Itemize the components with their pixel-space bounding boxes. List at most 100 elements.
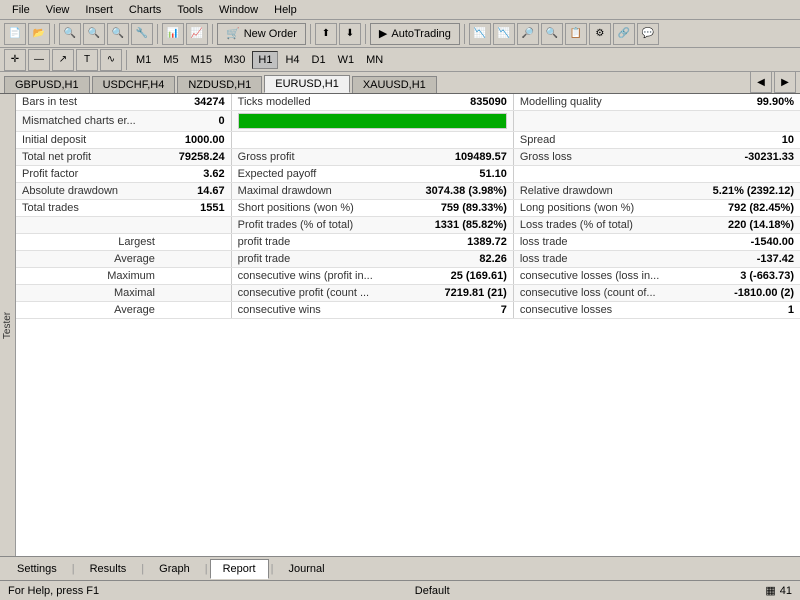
toolbar-line[interactable]: —	[28, 49, 50, 71]
autotrading-button[interactable]: ▶ AutoTrading	[370, 23, 460, 45]
label-ticks-modelled: Ticks modelled	[231, 94, 404, 111]
tab-journal[interactable]: Journal	[275, 559, 337, 579]
value-avg-loss: -137.42	[691, 251, 800, 268]
tf-w1[interactable]: W1	[333, 52, 360, 68]
toolbar-btn-7[interactable]: 📊	[162, 23, 184, 45]
label-net-profit: Total net profit	[16, 149, 163, 166]
status-bar: For Help, press F1 Default ▦ 41	[0, 580, 800, 600]
toolbar-btn-9[interactable]: ⬆	[315, 23, 337, 45]
chart-tab-nzdusd[interactable]: NZDUSD,H1	[177, 76, 262, 93]
chart-tab-eurusd[interactable]: EURUSD,H1	[264, 75, 350, 93]
toolbar-wave[interactable]: ∿	[100, 49, 122, 71]
chart-tab-prev[interactable]: ◀	[750, 71, 772, 93]
label-max-drawdown: Maximal drawdown	[231, 183, 404, 200]
value-max-consec-wins: 25 (169.61)	[404, 268, 514, 285]
label-average: Average	[16, 251, 163, 268]
label-average-consec: Average	[16, 302, 163, 319]
value-max-drawdown: 3074.38 (3.98%)	[404, 183, 514, 200]
label-loss-trades: Loss trades (% of total)	[513, 217, 691, 234]
tf-d1[interactable]: D1	[307, 52, 331, 68]
toolbar-btn-15[interactable]: 📋	[565, 23, 587, 45]
value-max-consec-losses: 3 (-663.73)	[691, 268, 800, 285]
label-avg-profit: profit trade	[231, 251, 404, 268]
label-largest-loss: loss trade	[513, 234, 691, 251]
empty-cell-2	[691, 111, 800, 132]
table-row: Profit factor 3.62 Expected payoff 51.10	[16, 166, 800, 183]
tf-m1[interactable]: M1	[131, 52, 156, 68]
table-row: Total net profit 79258.24 Gross profit 1…	[16, 149, 800, 166]
toolbar-cross[interactable]: ✛	[4, 49, 26, 71]
chart-tab-usdchf[interactable]: USDCHF,H4	[92, 76, 176, 93]
table-row: Bars in test 34274 Ticks modelled 835090…	[16, 94, 800, 111]
toolbar-btn-6[interactable]: 🔧	[131, 23, 153, 45]
toolbar-btn-4[interactable]: 🔍	[83, 23, 105, 45]
toolbar-btn-3[interactable]: 🔍	[59, 23, 81, 45]
toolbar-btn-11[interactable]: 📉	[469, 23, 491, 45]
tf-m15[interactable]: M15	[186, 52, 217, 68]
value-initial-deposit: 1000.00	[163, 132, 231, 149]
toolbar-btn-5[interactable]: 🔍	[107, 23, 129, 45]
toolbar-separator-5	[365, 24, 366, 44]
toolbar-btn-2[interactable]: 📂	[28, 23, 50, 45]
toolbar-btn-1[interactable]: 📄	[4, 23, 26, 45]
toolbar-btn-14[interactable]: 🔍	[541, 23, 563, 45]
label-gross-loss: Gross loss	[513, 149, 691, 166]
menu-view[interactable]: View	[38, 2, 78, 18]
toolbar-separator-3	[212, 24, 213, 44]
main-content: Tester Bars in test 34274 Ticks modelled…	[0, 94, 800, 556]
status-default: Default	[415, 585, 450, 597]
tab-sep-2: |	[141, 563, 144, 575]
bottom-tabs: Settings | Results | Graph | Report | Jo…	[0, 559, 342, 579]
label-gross-profit: Gross profit	[231, 149, 404, 166]
menu-charts[interactable]: Charts	[121, 2, 169, 18]
status-help: For Help, press F1	[8, 585, 99, 597]
label-max-consec-losses: consecutive losses (loss in...	[513, 268, 691, 285]
empty-cell-6	[691, 166, 800, 183]
tf-h4[interactable]: H4	[280, 52, 304, 68]
value-long-positions: 792 (82.45%)	[691, 200, 800, 217]
menu-bar: File View Insert Charts Tools Window Hel…	[0, 0, 800, 20]
toolbar-btn-18[interactable]: 💬	[637, 23, 659, 45]
new-order-button[interactable]: 🛒 New Order	[217, 23, 306, 45]
table-row: Profit trades (% of total) 1331 (85.82%)…	[16, 217, 800, 234]
chart-tab-next[interactable]: ▶	[774, 71, 796, 93]
toolbar-btn-10[interactable]: ⬇	[339, 23, 361, 45]
value-maximal-loss: -1810.00 (2)	[691, 285, 800, 302]
toolbar-btn-17[interactable]: 🔗	[613, 23, 635, 45]
tf-m5[interactable]: M5	[158, 52, 183, 68]
empty-cell-9	[163, 234, 231, 251]
table-row: Average profit trade 82.26 loss trade -1…	[16, 251, 800, 268]
tf-m30[interactable]: M30	[219, 52, 250, 68]
menu-insert[interactable]: Insert	[77, 2, 121, 18]
menu-tools[interactable]: Tools	[169, 2, 211, 18]
label-mismatched: Mismatched charts er...	[16, 111, 163, 132]
menu-window[interactable]: Window	[211, 2, 266, 18]
value-ticks-modelled: 835090	[404, 94, 514, 111]
value-net-profit: 79258.24	[163, 149, 231, 166]
menu-file[interactable]: File	[4, 2, 38, 18]
label-short-positions: Short positions (won %)	[231, 200, 404, 217]
quality-bar-container	[238, 113, 507, 129]
toolbar-arrow[interactable]: ↗	[52, 49, 74, 71]
tab-report[interactable]: Report	[210, 559, 269, 579]
tab-graph[interactable]: Graph	[146, 559, 203, 579]
chart-tab-xauusd[interactable]: XAUUSD,H1	[352, 76, 437, 93]
tf-mn[interactable]: MN	[361, 52, 388, 68]
toolbar-text[interactable]: T	[76, 49, 98, 71]
quality-bar	[239, 114, 506, 128]
value-largest-loss: -1540.00	[691, 234, 800, 251]
value-modelling-quality: 99.90%	[691, 94, 800, 111]
value-short-positions: 759 (89.33%)	[404, 200, 514, 217]
toolbar-btn-8[interactable]: 📈	[186, 23, 208, 45]
toolbar-btn-13[interactable]: 🔎	[517, 23, 539, 45]
chart-tab-gbpusd[interactable]: GBPUSD,H1	[4, 76, 90, 93]
tf-h1[interactable]: H1	[252, 51, 278, 69]
toolbar-separator-4	[310, 24, 311, 44]
menu-help[interactable]: Help	[266, 2, 305, 18]
tab-settings[interactable]: Settings	[4, 559, 70, 579]
label-long-positions: Long positions (won %)	[513, 200, 691, 217]
toolbar-btn-12[interactable]: 📉	[493, 23, 515, 45]
label-avg-consec-wins: consecutive wins	[231, 302, 404, 319]
tab-results[interactable]: Results	[77, 559, 140, 579]
toolbar-btn-16[interactable]: ⚙	[589, 23, 611, 45]
